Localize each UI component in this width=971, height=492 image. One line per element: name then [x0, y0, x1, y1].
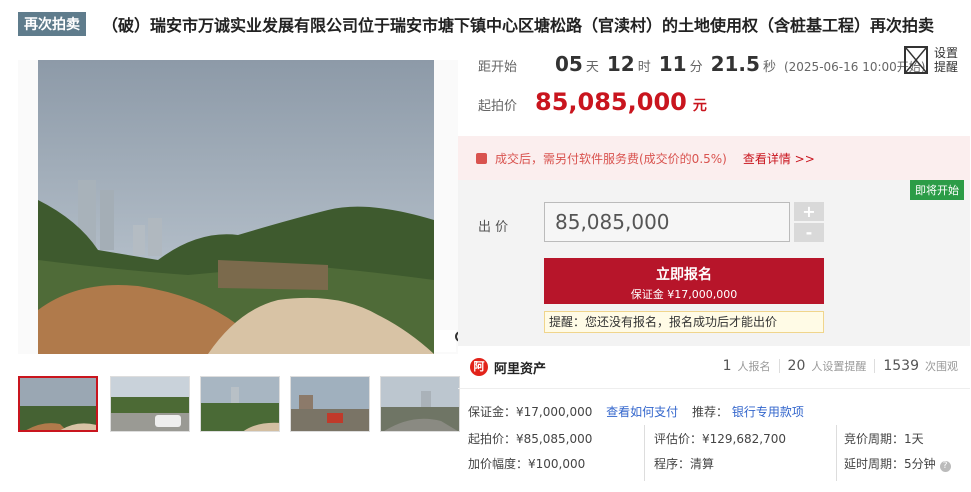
bid-amount-input[interactable]: 85,085,000 [544, 202, 790, 242]
auction-details: 保证金：¥17,000,000 查看如何支付 推荐： 银行专用款项 起拍价：¥8… [458, 388, 970, 488]
platform-name: 阿里资产 [494, 361, 547, 377]
signup-button[interactable]: 立即报名 保证金 ¥17,000,000 [544, 258, 824, 304]
countdown-seconds-unit: 秒 [762, 60, 776, 75]
deposit-detail: 保证金：¥17,000,000 [468, 405, 593, 419]
signup-tip: 提醒：您还没有报名，报名成功后才能出价 [544, 311, 824, 333]
signup-label: 立即报名 [656, 267, 712, 283]
thumbnail-2[interactable] [110, 376, 190, 432]
auction-stats: 1 人报名 20 人设置提醒 1539 次围观 [723, 358, 958, 374]
remind-label-2: 提醒 [934, 60, 959, 74]
fee-bag-icon [476, 152, 487, 164]
countdown-minutes-unit: 分 [689, 60, 703, 75]
title-row: 再次拍卖 （破）瑞安市万诚实业发展有限公司位于瑞安市塘下镇中心区塘松路（官渎村）… [18, 12, 961, 36]
countdown-hours-unit: 时 [637, 60, 651, 75]
set-reminder-button[interactable]: 设置 提醒 [904, 46, 962, 74]
fee-text: 成交后，需另付软件服务费(成交价的0.5%) [495, 151, 727, 166]
land-photo [38, 60, 434, 354]
remind-image-icon [904, 46, 928, 74]
zoom-button[interactable] [434, 330, 458, 352]
cycle-detail: 竞价周期：1天 [844, 432, 924, 446]
auction-type-tag: 再次拍卖 [18, 12, 86, 36]
page-title: （破）瑞安市万诚实业发展有限公司位于瑞安市塘下镇中心区塘松路（官渎村）的土地使用… [102, 16, 935, 35]
countdown-minutes: 11 [658, 52, 687, 76]
thumbnail-4[interactable] [290, 376, 370, 432]
status-badge: 即将开始 [910, 180, 964, 200]
thumbnail-3[interactable] [200, 376, 280, 432]
countdown-hours: 12 [606, 52, 635, 76]
view-count-label: 次围观 [925, 360, 958, 373]
bank-fund-link[interactable]: 银行专用款项 [732, 405, 804, 419]
start-price-row: 起拍价 85,085,000 元 [478, 88, 707, 116]
bid-panel: 即将开始 出 价 85,085,000 + - 立即报名 保证金 ¥17,000… [458, 180, 970, 346]
decrease-bid-button[interactable]: - [794, 223, 824, 242]
view-count: 1539 [883, 358, 919, 374]
start-price-value: 85,085,000 [535, 88, 687, 116]
bid-label: 出 价 [478, 220, 509, 235]
alibaba-logo-icon: 阿 [470, 358, 488, 376]
start-price-detail: 起拍价：¥85,085,000 [468, 432, 593, 446]
service-fee-notice: 成交后，需另付软件服务费(成交价的0.5%) 查看详情 >> [458, 136, 970, 180]
deposit-label: 保证金 ¥17,000,000 [630, 288, 738, 301]
countdown-days-unit: 天 [585, 60, 599, 75]
reminder-count: 20 [787, 358, 806, 374]
signup-count-label: 人报名 [737, 360, 771, 373]
remind-label-1: 设置 [934, 46, 959, 60]
signup-count: 1 [722, 358, 732, 374]
fee-details-link[interactable]: 查看详情 >> [743, 150, 815, 167]
procedure-detail: 程序：清算 [654, 457, 715, 471]
recommend-label: 推荐： [692, 405, 729, 419]
countdown-label: 距开始 [478, 60, 518, 75]
increase-bid-button[interactable]: + [794, 202, 824, 221]
countdown: 距开始 05 天 12 时 11 分 21.5 秒 (2025-06-16 10… [478, 52, 925, 80]
main-photo[interactable] [18, 60, 458, 354]
start-price-label: 起拍价 [478, 99, 518, 114]
increment-detail: 加价幅度：¥100,000 [468, 457, 586, 471]
delay-detail: 延时周期：5分钟 [844, 457, 936, 471]
countdown-seconds: 21.5 [710, 52, 760, 76]
thumbnail-1[interactable] [18, 376, 98, 432]
how-to-pay-link[interactable]: 查看如何支付 [606, 405, 678, 419]
platform-row: 阿 阿里资产 1 人报名 20 人设置提醒 1539 次围观 [458, 352, 970, 382]
start-price-unit: 元 [692, 98, 707, 114]
thumbnail-strip [18, 376, 460, 432]
appraisal-detail: 评估价：¥129,682,700 [654, 432, 786, 446]
reminder-count-label: 人设置提醒 [811, 360, 867, 373]
countdown-days: 05 [555, 52, 583, 76]
help-icon[interactable]: ? [939, 461, 951, 472]
thumbnail-5[interactable] [380, 376, 460, 432]
